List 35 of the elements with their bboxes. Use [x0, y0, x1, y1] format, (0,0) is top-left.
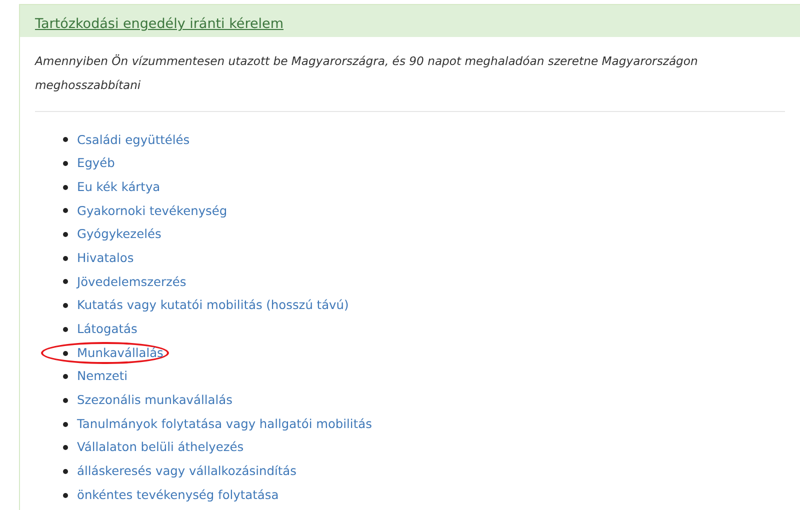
bullet-icon — [63, 208, 68, 214]
panel-title-link[interactable]: Tartózkodási engedély iránti kérelem — [35, 16, 284, 32]
permit-type-link[interactable]: Gyakornoki tevékenység — [77, 204, 228, 218]
bullet-icon — [63, 137, 68, 142]
permit-type-link[interactable]: Családi együttélés — [77, 132, 190, 148]
permit-type-link[interactable]: Szezonális munkavállalás — [77, 393, 232, 408]
intro-text: meghosszabbítani — [35, 77, 142, 94]
bullet-icon — [63, 350, 68, 356]
bullet-icon — [63, 398, 68, 403]
permit-type-link[interactable]: Eu kék kártya — [77, 180, 160, 195]
bullet-icon — [63, 445, 68, 450]
permit-type-link[interactable]: Nemzeti — [77, 369, 128, 384]
bullet-icon — [63, 326, 68, 332]
bullet-icon — [63, 279, 68, 284]
permit-type-link[interactable]: Jövedelemszerzés — [77, 274, 186, 290]
bullet-icon — [63, 184, 68, 190]
permit-type-link[interactable]: Tanulmányok folytatása vagy hallgatói mobilitás — [77, 416, 372, 432]
bullet-icon — [63, 468, 68, 474]
permit-type-link[interactable]: álláskeresés vagy vállalkozásindítás — [77, 464, 296, 479]
bullet-icon — [63, 232, 68, 238]
bullet-icon — [63, 303, 68, 308]
bullet-icon — [63, 492, 68, 498]
permit-type-link[interactable]: Egyéb — [77, 156, 115, 171]
bullet-icon — [63, 422, 68, 427]
permit-type-link[interactable]: Vállalaton belüli áthelyezés — [77, 440, 244, 456]
permit-type-link[interactable]: Kutatás vagy kutatói mobilitás (hosszú távú) — [77, 298, 349, 313]
permit-type-link[interactable]: önkéntes tevékenység folytatása — [77, 488, 279, 502]
permit-type-link[interactable]: Gyógykezelés — [77, 227, 162, 242]
permit-type-link[interactable]: Hivatalos — [77, 250, 134, 266]
permit-type-link[interactable]: Munkavállalás — [77, 346, 164, 360]
intro-text: Amennyiben Ön vízummentesen utazott be Magyarországra, és 90 napot meghaladóan szeretne Magyarországon — [35, 53, 699, 70]
permit-type-link[interactable]: Látogatás — [77, 322, 138, 337]
bullet-icon — [63, 256, 68, 261]
bullet-icon — [63, 374, 68, 380]
bullet-icon — [63, 161, 68, 166]
